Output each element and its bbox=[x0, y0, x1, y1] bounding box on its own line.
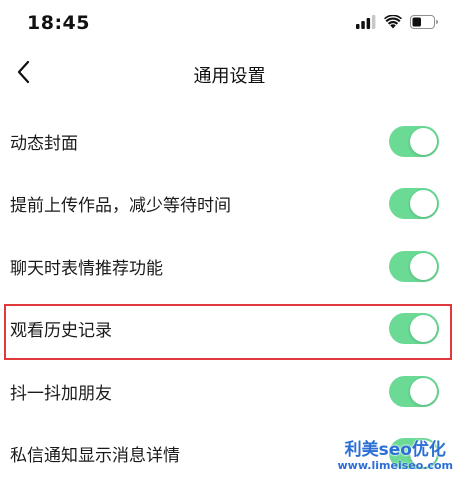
signal-icon bbox=[356, 14, 376, 33]
toggle-dynamic-cover[interactable] bbox=[389, 126, 439, 157]
toggle-knob bbox=[410, 190, 437, 217]
toggle-early-upload[interactable] bbox=[389, 188, 439, 219]
toggle-shake-friends[interactable] bbox=[389, 376, 439, 407]
page-title: 通用设置 bbox=[0, 62, 459, 88]
watermark-title: 利美seo优化 bbox=[338, 441, 453, 460]
setting-label: 私信通知显示消息详情 bbox=[10, 441, 180, 466]
setting-label: 抖一抖加朋友 bbox=[10, 379, 112, 404]
watermark-url: www.limeiseo.com bbox=[338, 460, 453, 472]
navigation-bar: 通用设置 bbox=[0, 48, 459, 103]
settings-list: 动态封面 提前上传作品，减少等待时间 聊天时表情推荐功能 观看历史记录 抖一抖加… bbox=[0, 110, 459, 485]
wifi-icon bbox=[384, 14, 402, 33]
toggle-emoji-recommend[interactable] bbox=[389, 251, 439, 282]
toggle-knob bbox=[410, 378, 437, 405]
setting-label: 动态封面 bbox=[10, 129, 78, 154]
setting-row-emoji-recommend: 聊天时表情推荐功能 bbox=[0, 235, 459, 298]
setting-row-early-upload: 提前上传作品，减少等待时间 bbox=[0, 173, 459, 236]
setting-row-watch-history: 观看历史记录 bbox=[0, 298, 459, 361]
setting-label: 提前上传作品，减少等待时间 bbox=[10, 191, 231, 216]
watermark: 利美seo优化 www.limeiseo.com bbox=[338, 441, 453, 472]
setting-label: 聊天时表情推荐功能 bbox=[10, 254, 163, 279]
toggle-knob bbox=[410, 315, 437, 342]
setting-row-shake-friends: 抖一抖加朋友 bbox=[0, 360, 459, 423]
setting-label: 观看历史记录 bbox=[10, 316, 112, 341]
toggle-knob bbox=[410, 128, 437, 155]
status-icons bbox=[356, 14, 439, 33]
status-bar: 18:45 bbox=[0, 0, 459, 48]
battery-icon bbox=[410, 14, 439, 33]
toggle-watch-history[interactable] bbox=[389, 313, 439, 344]
status-time: 18:45 bbox=[27, 12, 90, 34]
toggle-knob bbox=[410, 253, 437, 280]
setting-row-dynamic-cover: 动态封面 bbox=[0, 110, 459, 173]
